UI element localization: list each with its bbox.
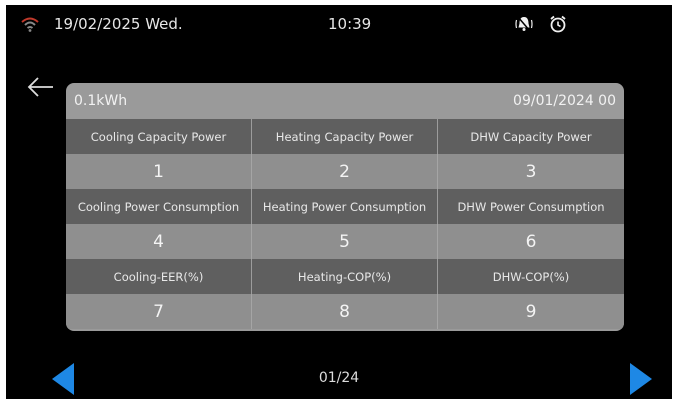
status-bar: 19/02/2025 Wed. 10:39 xyxy=(6,5,672,47)
heating-capacity-value: 2 xyxy=(252,154,438,189)
cooling-consumption-label: Cooling Power Consumption xyxy=(66,189,252,224)
dhw-cop-value: 9 xyxy=(525,301,537,322)
wifi-icon xyxy=(21,17,39,32)
alarm-clock-icon xyxy=(550,15,566,33)
dhw-capacity-label: DHW Capacity Power xyxy=(470,129,592,144)
next-page-button[interactable] xyxy=(628,362,654,396)
cooling-capacity-value: 1 xyxy=(66,154,252,189)
dhw-capacity-value: 3 xyxy=(525,161,537,182)
page-indicator: 01/24 xyxy=(318,370,360,386)
panel-header: 0.1kWh 09/01/2024 00 xyxy=(66,83,624,119)
energy-table: Cooling Capacity Power Heating Capacity … xyxy=(66,119,624,329)
heating-consumption-value: 5 xyxy=(252,224,438,259)
cooling-capacity-label: Cooling Capacity Power xyxy=(66,119,252,154)
heating-cop-label: Heating-COP(%) xyxy=(252,259,438,294)
table-header-row: Cooling-EER(%) Heating-COP(%) DHW-COP(%) xyxy=(66,259,624,294)
heating-capacity-label: Heating Capacity Power xyxy=(252,119,438,154)
table-header-row: Cooling Power Consumption Heating Power … xyxy=(66,189,624,224)
table-value-row: 7 8 9 xyxy=(66,294,624,329)
back-arrow-icon[interactable] xyxy=(26,75,56,99)
cooling-eer-label: Cooling-EER(%) xyxy=(66,259,252,294)
bell-off-icon xyxy=(515,16,533,32)
table-value-row: 1 2 3 xyxy=(66,154,624,189)
cooling-consumption-value: 4 xyxy=(66,224,252,259)
record-timestamp: 09/01/2024 00 xyxy=(513,93,616,109)
dhw-consumption-value: 6 xyxy=(525,231,537,252)
table-header-row: Cooling Capacity Power Heating Capacity … xyxy=(66,119,624,154)
heating-cop-value: 8 xyxy=(252,294,438,329)
unit-label: 0.1kWh xyxy=(74,93,128,109)
dhw-cop-label: DHW-COP(%) xyxy=(492,269,570,284)
heating-consumption-label: Heating Power Consumption xyxy=(252,189,438,224)
dhw-consumption-label: DHW Power Consumption xyxy=(457,199,605,214)
device-screen: 19/02/2025 Wed. 10:39 0.1kWh 09/01/2024 … xyxy=(6,5,672,399)
status-date: 19/02/2025 Wed. xyxy=(54,15,183,33)
table-value-row: 4 5 6 xyxy=(66,224,624,259)
cooling-eer-value: 7 xyxy=(66,294,252,329)
energy-data-panel: 0.1kWh 09/01/2024 00 Cooling Capacity Po… xyxy=(66,83,624,331)
status-time: 10:39 xyxy=(328,15,372,33)
